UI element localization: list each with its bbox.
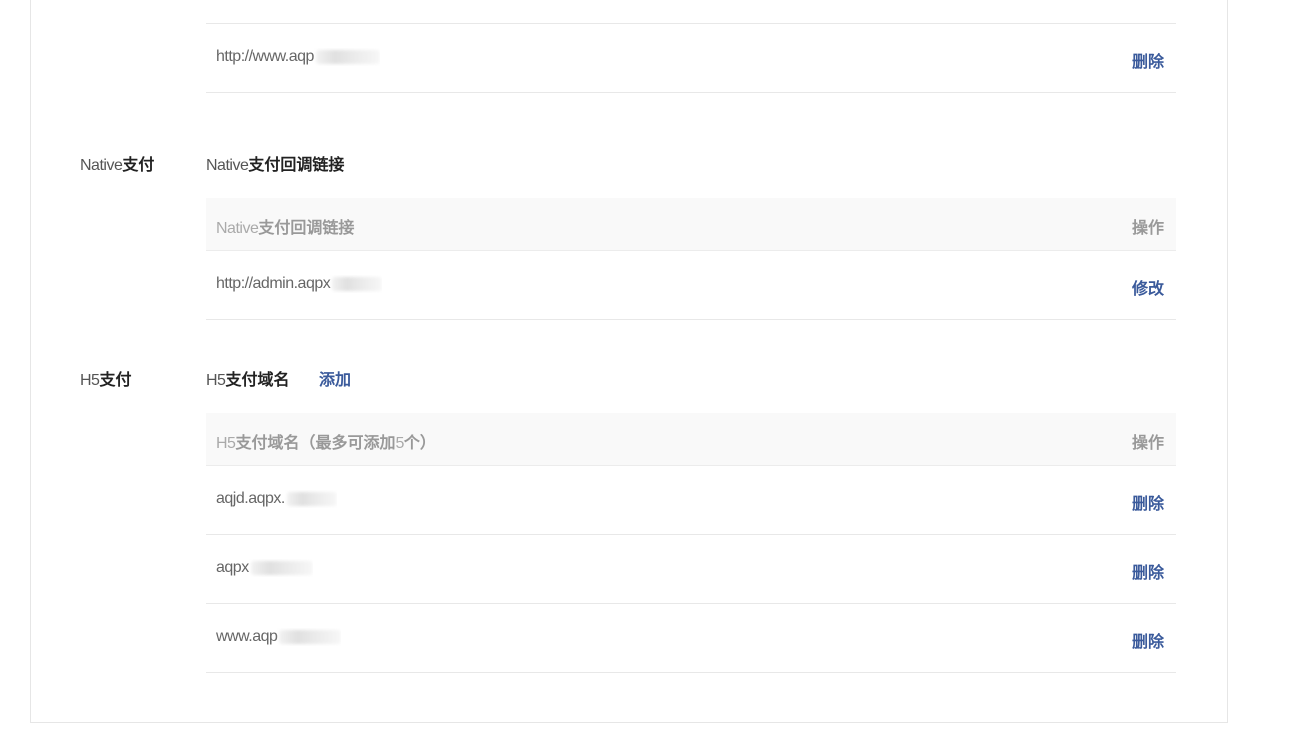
section-label-native: Native支付 [80,157,155,174]
row-divider [206,92,1176,93]
h5-domain-value: aqjd.aqpx. [216,490,285,507]
table-row: aqpx [216,559,313,577]
row-divider [206,672,1176,673]
redacted-mask [286,491,337,506]
delete-button[interactable]: 删除 [1132,628,1164,652]
table-row: http://www.aqp [216,48,380,66]
h5-domain-title: H5支付域名 [206,372,290,389]
native-callback-title: Native支付回调链接 [206,157,345,174]
table-row: http://admin.aqpx [216,275,383,293]
native-table-header: Native支付回调链接 操作 [206,198,1176,251]
row-divider [206,603,1176,604]
delete-button[interactable]: 删除 [1132,559,1164,583]
row-divider [206,319,1176,320]
table-row: aqjd.aqpx. [216,490,337,508]
column-header-callback-url: Native支付回调链接 [216,220,355,237]
column-header-action: 操作 [1131,220,1164,237]
h5-domain-value: aqpx [216,559,249,576]
h5-domain-value: www.aqp [216,628,278,645]
table-row: www.aqp [216,628,342,646]
redacted-mask [332,276,383,291]
h5-table-header: H5支付域名（最多可添加5个） 操作 [206,413,1176,466]
column-header-h5-domain: H5支付域名（最多可添加5个） [216,435,436,452]
redacted-mask [315,49,380,64]
delete-button[interactable]: 删除 [1132,48,1164,72]
section-label-h5: H5支付 [80,372,132,389]
row-divider [206,534,1176,535]
row-divider [206,23,1176,24]
settings-panel [30,0,1228,723]
add-domain-button[interactable]: 添加 [319,366,351,390]
callback-url-value: http://www.aqp [216,48,314,65]
column-header-action: 操作 [1131,435,1164,452]
native-callback-url-value: http://admin.aqpx [216,275,331,292]
redacted-mask [279,629,342,644]
delete-button[interactable]: 删除 [1132,490,1164,514]
edit-button[interactable]: 修改 [1132,275,1164,299]
redacted-mask [250,560,313,575]
